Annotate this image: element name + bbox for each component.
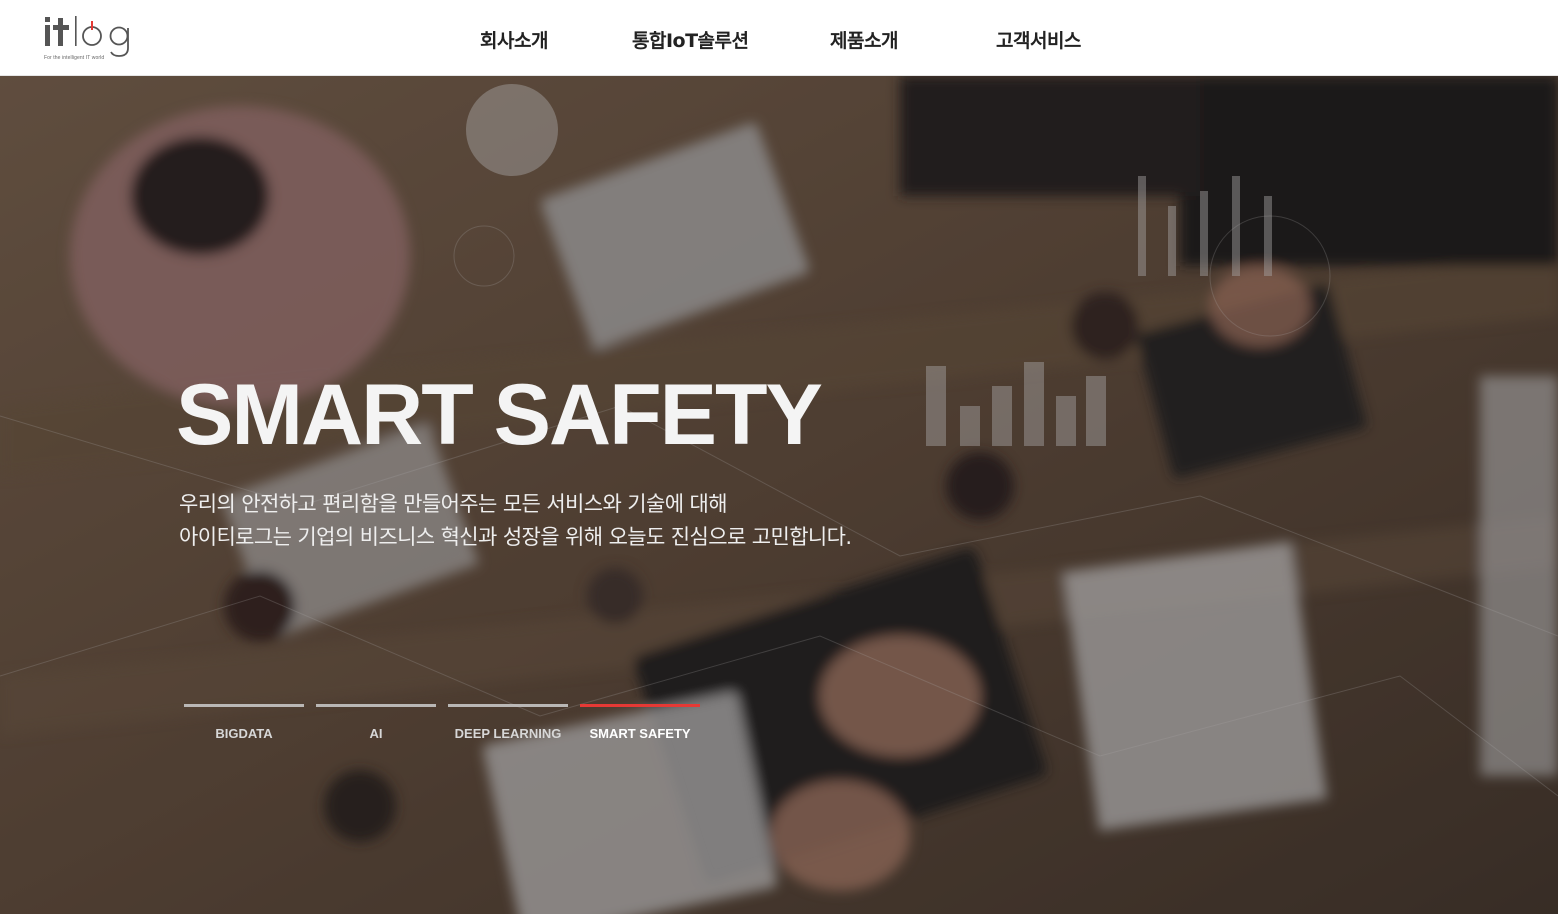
hero-description-line: 우리의 안전하고 편리함을 만들어주는 모든 서비스와 기술에 대해 bbox=[179, 492, 728, 516]
slide-tab-label: AI bbox=[369, 726, 383, 741]
logo-tagline: For the intelligent IT world bbox=[44, 55, 105, 61]
slide-tab-deep-learning[interactable]: DEEP LEARNING bbox=[448, 704, 569, 748]
slide-tab-label: BIGDATA bbox=[215, 726, 273, 741]
nav-item-company[interactable]: 회사소개 bbox=[480, 26, 548, 53]
nav-item-customer-service[interactable]: 고객서비스 bbox=[996, 26, 1081, 53]
slide-tab-label: SMART SAFETY bbox=[589, 726, 691, 741]
hero-description-line: 아이티로그는 기업의 비즈니스 혁신과 성장을 위해 오늘도 진심으로 고민합니… bbox=[179, 525, 852, 549]
hero-title: SMART SAFETY bbox=[176, 367, 823, 463]
slide-tab-smart-safety[interactable]: SMART SAFETY bbox=[580, 704, 701, 748]
nav-item-iot-solution[interactable]: 통합IoT솔루션 bbox=[632, 26, 749, 53]
slide-tab-ai[interactable]: AI bbox=[316, 704, 437, 748]
slide-progress-bar bbox=[184, 704, 304, 707]
nav-item-products[interactable]: 제품소개 bbox=[830, 26, 898, 53]
hero-slider: SMART SAFETY 우리의 안전하고 편리함을 만들어주는 모든 서비스와… bbox=[0, 76, 1558, 914]
slide-tab-label: DEEP LEARNING bbox=[454, 726, 562, 741]
slide-progress-bar bbox=[448, 704, 568, 707]
hero-description: 우리의 안전하고 편리함을 만들어주는 모든 서비스와 기술에 대해 아이티로그… bbox=[179, 488, 852, 554]
itlog-logo-icon bbox=[45, 16, 129, 57]
site-header: For the intelligent IT world 회사소개 통합IoT솔… bbox=[0, 0, 1558, 76]
slide-progress-bar bbox=[580, 704, 700, 707]
site-logo[interactable]: For the intelligent IT world bbox=[42, 14, 146, 62]
slide-progress-bar bbox=[316, 704, 436, 707]
slide-tab-bigdata[interactable]: BIGDATA bbox=[184, 704, 305, 748]
